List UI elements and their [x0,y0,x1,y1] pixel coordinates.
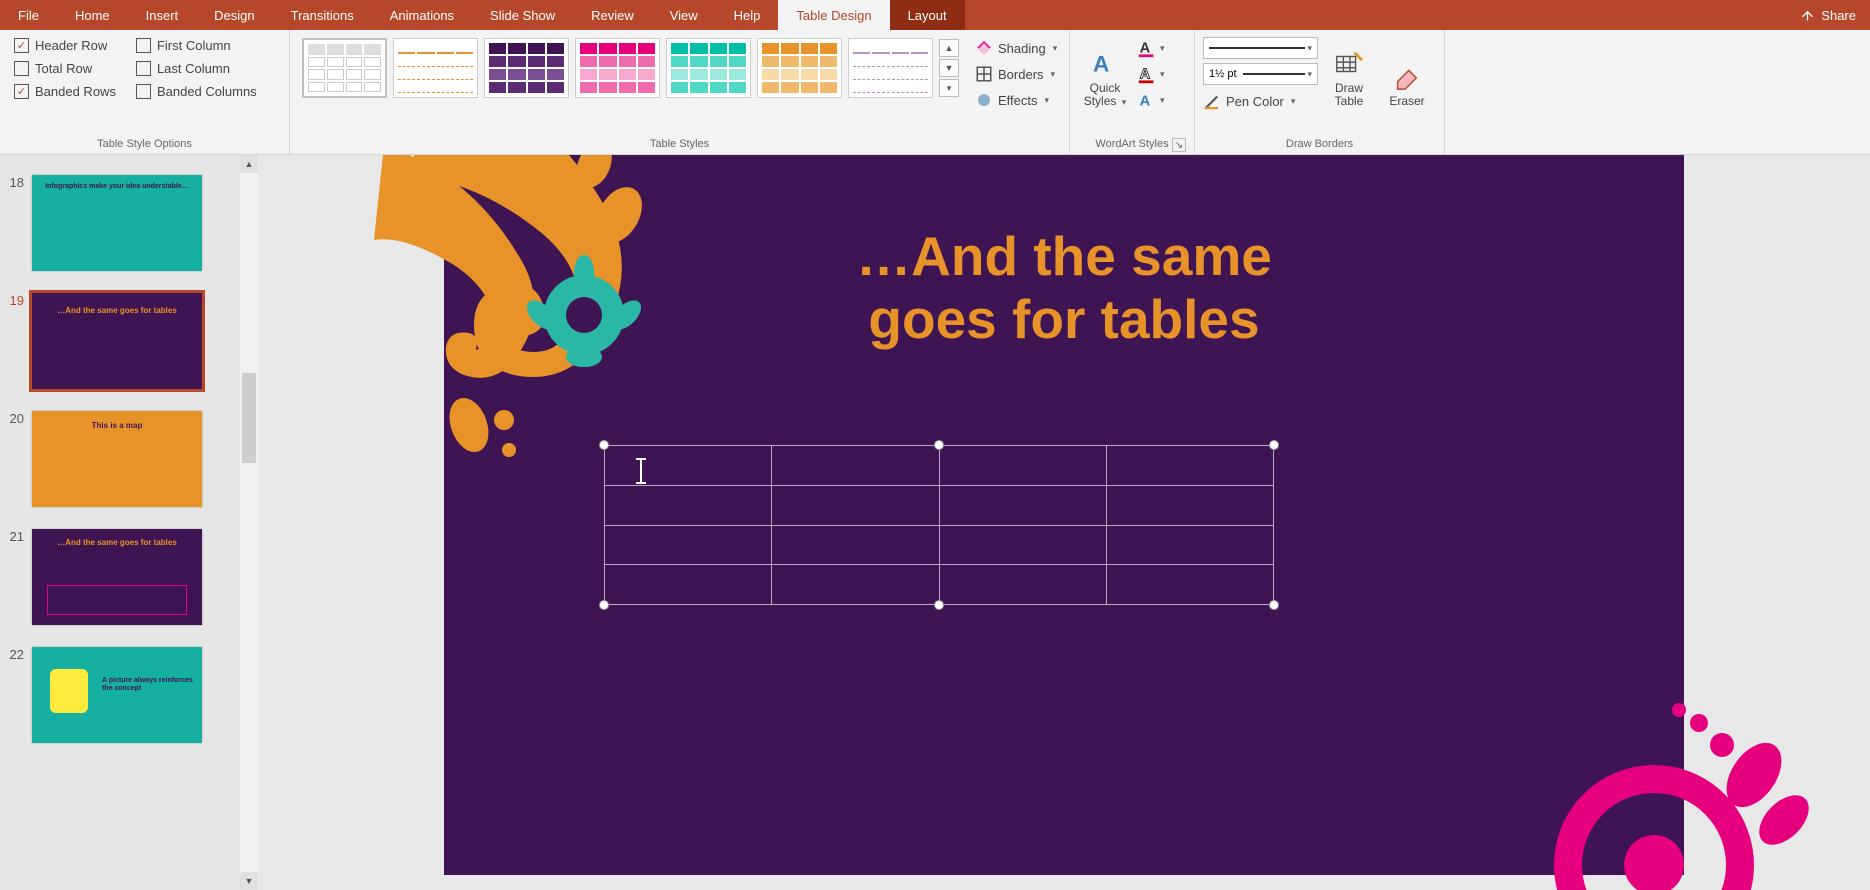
checkbox-icon [136,61,151,76]
slide-number: 21 [6,529,24,625]
svg-text:A: A [1140,67,1151,83]
menu-table-design[interactable]: Table Design [778,0,889,30]
group-label-table-styles: Table Styles [298,134,1061,154]
slide-thumbnail-19[interactable]: …And the same goes for tables [32,293,202,389]
slide-thumbnail-20[interactable]: This is a map [32,411,202,507]
effects-icon [975,91,993,109]
opt-banded-rows[interactable]: ✓Banded Rows [14,84,116,99]
slide-thumbnail-21[interactable]: …And the same goes for tables [32,529,202,625]
eraser-button[interactable]: Eraser [1380,34,1434,112]
menu-animations[interactable]: Animations [372,0,472,30]
menu-slideshow[interactable]: Slide Show [472,0,573,30]
gallery-scroll-down[interactable]: ▼ [939,59,959,77]
resize-handle[interactable] [599,440,609,450]
wordart-a-icon: A [1090,49,1120,79]
text-fill-icon: A [1136,37,1158,59]
menu-review[interactable]: Review [573,0,652,30]
slide-number: 19 [6,293,24,389]
scrollbar-thumb[interactable] [242,373,256,463]
svg-text:A: A [1140,94,1151,110]
caret-down-icon: ▾ [1051,69,1056,80]
effects-dropdown[interactable]: Effects▾ [971,88,1061,112]
checkbox-icon [14,61,29,76]
inserted-table[interactable] [604,445,1274,605]
table-style-3[interactable] [484,38,569,98]
slide-number: 20 [6,411,24,507]
pen-color-dropdown[interactable]: Pen Color▾ [1203,89,1318,113]
scroll-up-arrow[interactable]: ▲ [240,155,258,173]
pen-weight-select[interactable]: 1½ pt▾ [1203,63,1318,85]
borders-icon [975,65,993,83]
scroll-down-arrow[interactable]: ▼ [240,872,258,890]
table-object[interactable] [604,445,1274,605]
text-outline-dropdown[interactable]: A▾ [1136,62,1165,86]
svg-text:A: A [1093,51,1109,76]
opt-total-row[interactable]: Total Row [14,61,116,76]
text-fill-dropdown[interactable]: A▾ [1136,36,1165,60]
text-outline-icon: A [1136,63,1158,85]
checkbox-icon [136,84,151,99]
resize-handle[interactable] [934,600,944,610]
slide-canvas[interactable]: …And the same goes for tables [444,155,1684,875]
wordart-dialog-launcher[interactable]: ↘ [1172,138,1186,152]
draw-table-button[interactable]: Draw Table [1322,34,1376,112]
decoration-bottom-right [1404,655,1844,890]
table-style-4[interactable] [575,38,660,98]
resize-handle[interactable] [599,600,609,610]
menu-insert[interactable]: Insert [128,0,197,30]
menu-layout[interactable]: Layout [890,0,965,30]
gallery-more[interactable]: ▾ [939,79,959,97]
slide-thumbnail-22[interactable]: A picture always reinforces the concept [32,647,202,743]
checkbox-checked-icon: ✓ [14,84,29,99]
text-effects-icon: A [1136,89,1158,111]
group-label-draw-borders: Draw Borders [1203,134,1436,154]
caret-down-icon: ▾ [1053,43,1058,54]
group-label-style-options: Table Style Options [8,134,281,154]
opt-banded-columns[interactable]: Banded Columns [136,84,257,99]
menu-home[interactable]: Home [57,0,128,30]
slide-title[interactable]: …And the same goes for tables [444,225,1684,352]
text-effects-dropdown[interactable]: A▾ [1136,88,1165,112]
table-style-2[interactable] [393,38,478,98]
table-style-7[interactable] [848,38,933,98]
checkbox-icon [136,38,151,53]
share-icon [1800,8,1815,23]
menu-view[interactable]: View [652,0,716,30]
slide-editor[interactable]: …And the same goes for tables [258,155,1870,890]
text-cursor [640,460,642,482]
opt-last-column[interactable]: Last Column [136,61,257,76]
pen-color-icon [1203,92,1221,110]
checkbox-checked-icon: ✓ [14,38,29,53]
resize-handle[interactable] [1269,440,1279,450]
paint-bucket-icon [975,39,993,57]
opt-header-row[interactable]: ✓Header Row [14,38,116,53]
group-label-wordart: WordArt Styles ↘ [1078,134,1186,154]
slide-number: 22 [6,647,24,743]
svg-text:A: A [1140,41,1151,57]
share-button[interactable]: Share [1786,0,1870,30]
menu-transitions[interactable]: Transitions [273,0,372,30]
borders-dropdown[interactable]: Borders▾ [971,62,1061,86]
resize-handle[interactable] [934,440,944,450]
menu-design[interactable]: Design [196,0,272,30]
menu-help[interactable]: Help [716,0,779,30]
slide-thumbnail-18[interactable]: Infographics make your idea understable… [32,175,202,271]
slide-thumbnails-pane[interactable]: 18 Infographics make your idea understab… [0,155,258,890]
draw-table-icon [1334,49,1364,79]
caret-down-icon: ▾ [1045,95,1050,106]
shading-dropdown[interactable]: Shading▾ [971,36,1061,60]
opt-first-column[interactable]: First Column [136,38,257,53]
share-label: Share [1821,8,1856,23]
eraser-icon [1392,61,1422,91]
resize-handle[interactable] [1269,600,1279,610]
slide-number: 18 [6,175,24,271]
thumbnails-scrollbar[interactable]: ▲ ▼ [240,155,258,890]
quick-styles-button[interactable]: A Quick Styles ▾ [1078,34,1132,112]
table-style-6[interactable] [757,38,842,98]
table-style-1[interactable] [302,38,387,98]
menu-file[interactable]: File [0,0,57,30]
gallery-scroll-up[interactable]: ▲ [939,39,959,57]
table-style-5[interactable] [666,38,751,98]
pen-style-select[interactable]: ▾ [1203,37,1318,59]
